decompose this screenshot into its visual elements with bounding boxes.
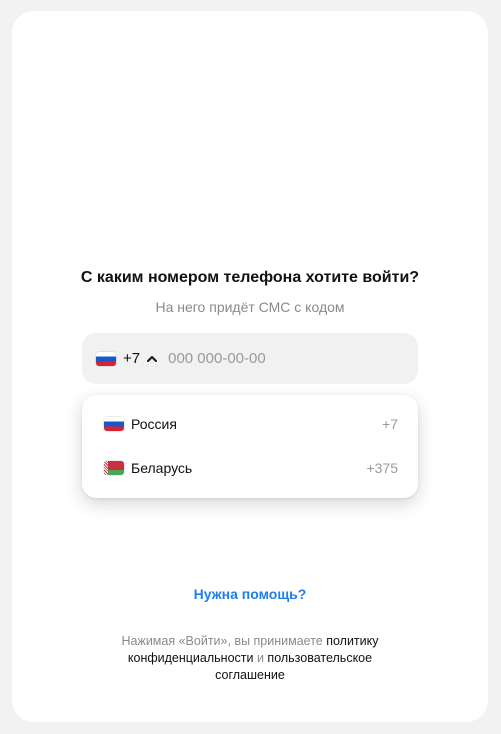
legal-prefix: Нажимая «Войти», вы принимаете xyxy=(121,634,327,648)
country-name: Россия xyxy=(131,416,177,432)
phone-field: +7 xyxy=(82,333,418,384)
legal-conjunction: и xyxy=(253,651,268,665)
phone-number-input[interactable] xyxy=(168,350,389,367)
flag-belarus-icon xyxy=(104,461,124,475)
page-title: С каким номером телефона хотите войти? xyxy=(80,269,420,286)
help-link[interactable]: Нужна помощь? xyxy=(12,586,488,602)
country-dropdown: Россия +7 Беларусь +375 xyxy=(82,395,418,498)
country-option-russia[interactable]: Россия +7 xyxy=(82,404,418,444)
selected-country-code: +7 xyxy=(123,350,141,367)
legal-notice: Нажимая «Войти», вы принимаете политику … xyxy=(102,633,398,684)
country-dial-code: +375 xyxy=(366,460,398,476)
page-subtitle: На него придёт СМС с кодом xyxy=(155,299,345,315)
country-code-selector[interactable]: +7 xyxy=(96,350,159,367)
chevron-up-icon xyxy=(147,355,158,362)
country-name: Беларусь xyxy=(131,460,193,476)
login-card: С каким номером телефона хотите войти? Н… xyxy=(12,11,488,722)
flag-russia-icon xyxy=(104,417,124,431)
country-option-belarus[interactable]: Беларусь +375 xyxy=(82,448,418,488)
country-dial-code: +7 xyxy=(382,416,398,432)
flag-russia-icon xyxy=(96,351,116,366)
